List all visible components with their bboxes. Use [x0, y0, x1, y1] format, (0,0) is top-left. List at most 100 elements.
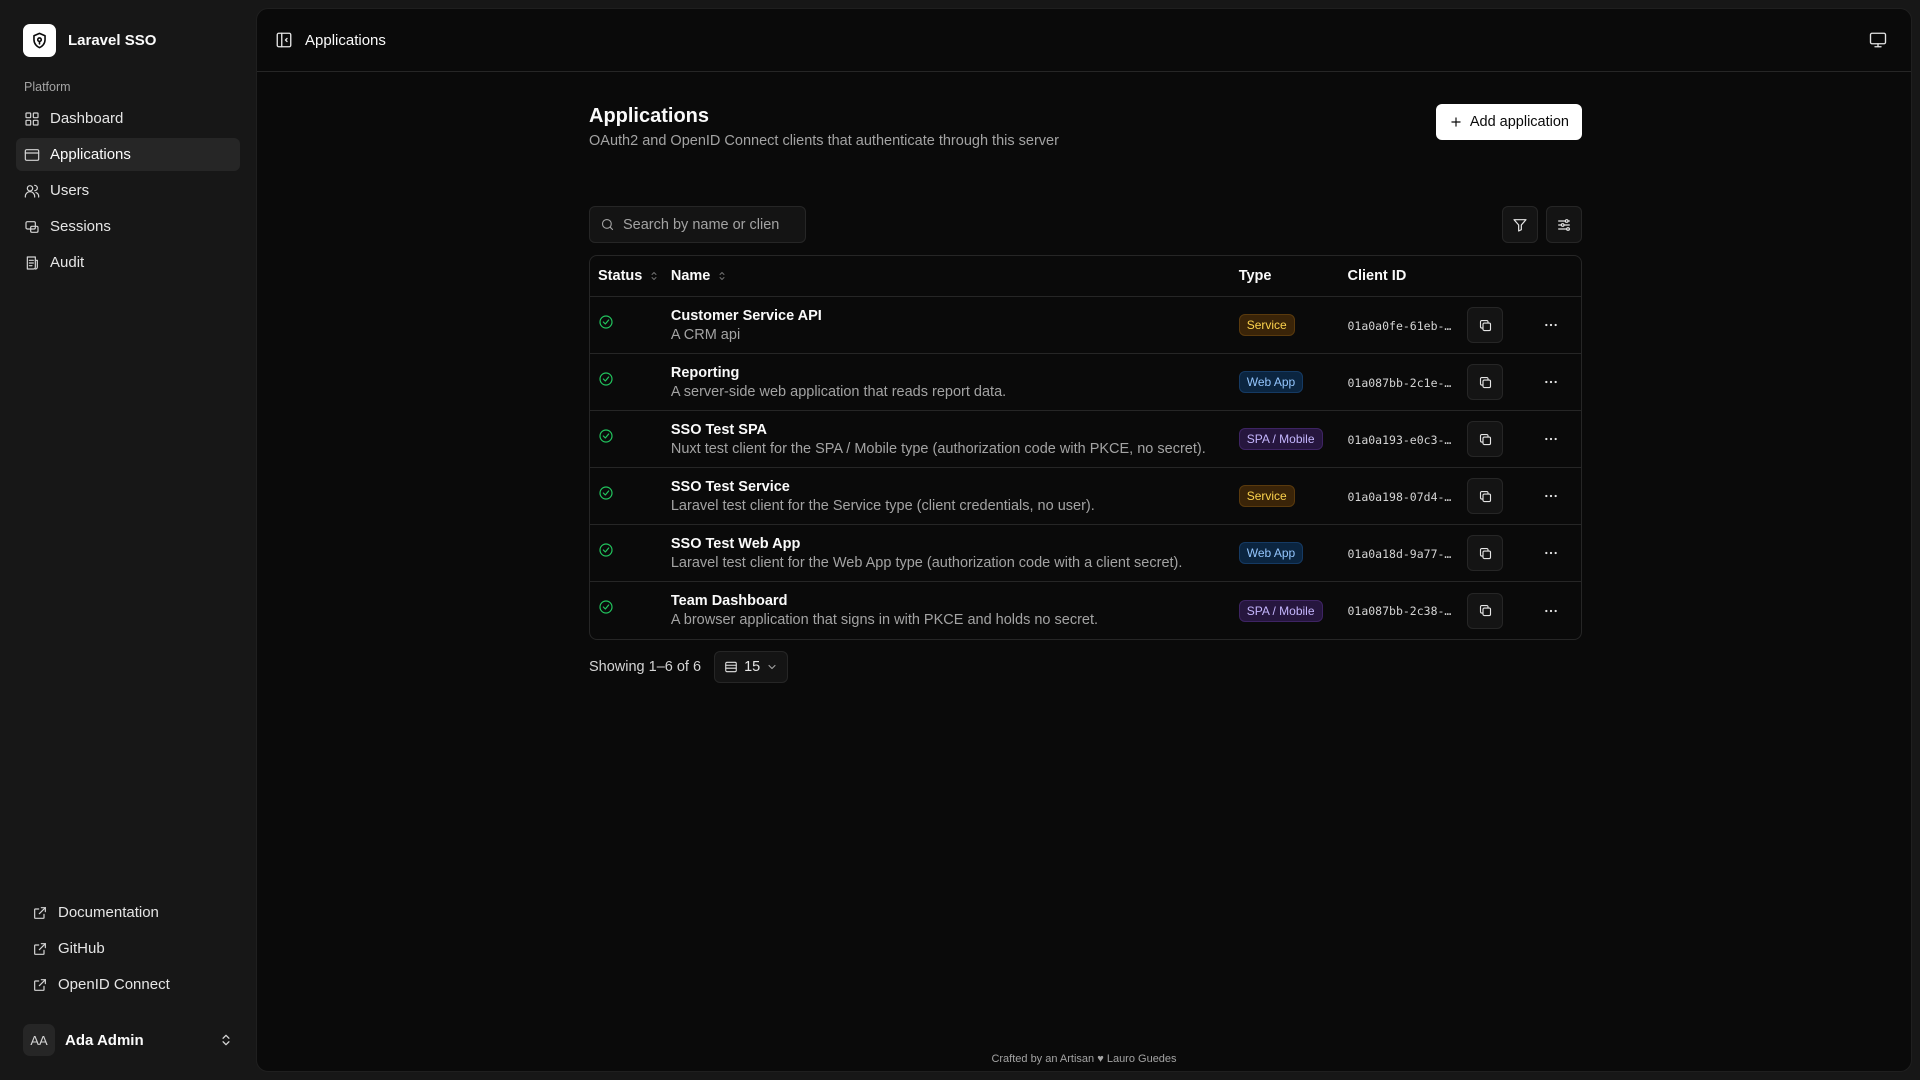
filter-icon: [1513, 218, 1527, 232]
copy-icon: [1479, 319, 1491, 331]
app-name: SSO Test SPA: [670, 421, 768, 438]
link-label: Documentation: [58, 904, 159, 921]
topbar: Applications: [257, 9, 1911, 72]
row-actions-button[interactable]: [1533, 364, 1569, 400]
type-badge: SPA / Mobile: [1238, 599, 1323, 622]
search-icon: [601, 218, 614, 231]
credit-prefix: Crafted by an Artisan: [991, 1053, 1095, 1065]
table-row[interactable]: Customer Service API A CRM api Service 0…: [590, 297, 1581, 354]
app-description: A browser application that signs in with…: [670, 612, 1099, 628]
name-cell: Reporting A server-side web application …: [671, 365, 1239, 400]
brand[interactable]: Laravel SSO: [23, 24, 156, 57]
header-type: Type: [1238, 268, 1272, 284]
sidebar-item-audit[interactable]: Audit: [16, 246, 240, 279]
app-description: A CRM api: [670, 326, 741, 343]
page-subtitle: OAuth2 and OpenID Connect clients that a…: [589, 133, 1059, 149]
row-actions-button[interactable]: [1533, 593, 1569, 629]
sidebar-toggle-icon[interactable]: [275, 31, 293, 49]
heart-icon: ♥: [1097, 1053, 1104, 1065]
copy-icon: [1479, 490, 1491, 502]
add-application-button[interactable]: Add application: [1435, 104, 1582, 140]
client-id: 01a0a198-07d4-…: [1347, 489, 1452, 504]
copy-client-id-button[interactable]: [1467, 307, 1504, 343]
table-row[interactable]: SSO Test Service Laravel test client for…: [590, 468, 1581, 525]
name-cell: Customer Service API A CRM api: [671, 308, 1239, 343]
status-cell: [590, 297, 671, 330]
more-horizontal-icon: [1545, 437, 1557, 441]
audit-icon: [26, 255, 38, 270]
sidebar-item-users[interactable]: Users: [16, 174, 240, 207]
brand-name: Laravel SSO: [68, 32, 157, 49]
sidebar-item-applications[interactable]: Applications: [16, 138, 240, 171]
copy-client-id-button[interactable]: [1467, 478, 1504, 514]
client-id: 01a0a193-e0c3-…: [1347, 432, 1452, 447]
pagination-bar: Showing 1–6 of 6 15: [589, 651, 1582, 683]
sidebar-item-sessions[interactable]: Sessions: [16, 210, 240, 243]
table-row[interactable]: SSO Test SPA Nuxt test client for the SP…: [590, 411, 1581, 468]
external-link-icon: [34, 942, 46, 955]
table-row[interactable]: Reporting A server-side web application …: [590, 354, 1581, 411]
sidebar-nav: Dashboard Applications Users Sessions Au…: [16, 102, 240, 282]
type-badge: Web App: [1238, 542, 1304, 564]
copy-client-id-button[interactable]: [1467, 364, 1504, 400]
breadcrumb: Applications: [305, 31, 386, 49]
row-actions-button[interactable]: [1533, 421, 1569, 457]
rows-icon: [725, 661, 737, 673]
header-name-label: Name: [670, 268, 711, 284]
sidebar-item-label: Audit: [50, 254, 85, 271]
more-horizontal-icon: [1545, 609, 1557, 612]
plus-icon: [1451, 117, 1461, 127]
search-input[interactable]: [623, 216, 793, 233]
client-id: 01a087bb-2c1e-…: [1347, 375, 1452, 390]
sidebar-item-dashboard[interactable]: Dashboard: [16, 102, 240, 135]
main-panel: Applications Applications OAuth2 and Ope…: [256, 8, 1912, 1072]
type-badge: Web App: [1238, 371, 1304, 393]
shield-logo-icon: [23, 24, 56, 57]
copy-client-id-button[interactable]: [1467, 592, 1504, 629]
check-circle-icon: [599, 486, 613, 500]
applications-section: Applications OAuth2 and OpenID Connect c…: [589, 104, 1582, 683]
user-name: Ada Admin: [65, 1031, 144, 1049]
external-link-icon: [34, 906, 46, 919]
copy-icon: [1479, 433, 1491, 445]
row-actions-button[interactable]: [1533, 307, 1569, 343]
link-documentation[interactable]: Documentation: [24, 896, 240, 929]
status-cell: [590, 354, 671, 387]
header-status[interactable]: Status: [590, 268, 671, 284]
user-menu[interactable]: AA Ada Admin: [23, 1024, 233, 1056]
monitor-icon[interactable]: [1869, 31, 1887, 49]
app-name: Team Dashboard: [670, 593, 788, 609]
status-cell: [590, 468, 671, 501]
link-label: GitHub: [58, 940, 105, 957]
link-openid-connect[interactable]: OpenID Connect: [24, 968, 240, 1001]
filter-button[interactable]: [1502, 206, 1538, 243]
status-cell: [590, 411, 671, 444]
table-toolbar: [589, 206, 1582, 243]
sidebar-item-label: Users: [50, 182, 90, 199]
client-id: 01a0a18d-9a77-…: [1347, 546, 1452, 561]
external-link-icon: [34, 978, 46, 991]
link-github[interactable]: GitHub: [24, 932, 240, 965]
name-cell: SSO Test Web App Laravel test client for…: [671, 536, 1239, 571]
header-name[interactable]: Name: [671, 268, 1239, 284]
grid-icon: [25, 111, 39, 126]
columns-settings-button[interactable]: [1546, 206, 1582, 243]
pagination-summary: Showing 1–6 of 6: [589, 659, 702, 675]
copy-icon: [1479, 376, 1491, 388]
sliders-icon: [1558, 218, 1570, 231]
table-row[interactable]: SSO Test Web App Laravel test client for…: [590, 525, 1581, 582]
sidebar-item-label: Sessions: [50, 218, 111, 235]
row-actions-button[interactable]: [1533, 535, 1569, 571]
type-badge: Service: [1238, 485, 1295, 507]
copy-client-id-button[interactable]: [1467, 535, 1504, 571]
per-page-select[interactable]: 15: [714, 651, 789, 683]
app-name: Customer Service API: [670, 307, 822, 324]
app-description: A server-side web application that reads…: [670, 383, 1007, 400]
copy-client-id-button[interactable]: [1467, 421, 1504, 457]
credit-suffix: Lauro Guedes: [1106, 1053, 1177, 1065]
row-actions-button[interactable]: [1533, 478, 1569, 514]
table-row[interactable]: Team Dashboard A browser application tha…: [590, 582, 1581, 639]
name-cell: Team Dashboard A browser application tha…: [671, 593, 1239, 628]
header-status-label: Status: [598, 268, 643, 284]
app-description: Laravel test client for the Service type…: [670, 497, 1095, 514]
